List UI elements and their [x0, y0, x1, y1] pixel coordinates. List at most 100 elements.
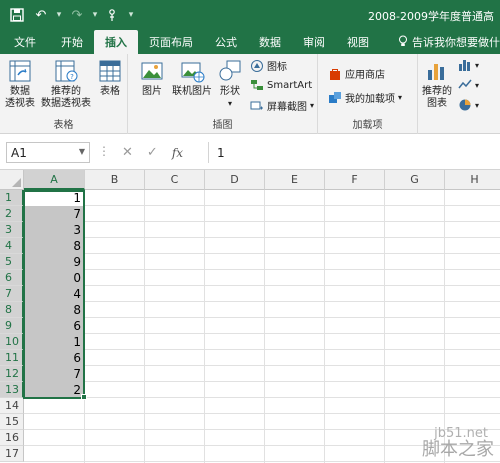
- fill-handle[interactable]: [81, 394, 87, 400]
- tab-review[interactable]: 审阅: [292, 30, 336, 54]
- icons-button[interactable]: 图标: [250, 58, 287, 73]
- select-all-corner[interactable]: [0, 170, 24, 190]
- online-picture-button[interactable]: 联机图片: [170, 58, 214, 98]
- cell-a10[interactable]: 1: [24, 334, 85, 350]
- row-header[interactable]: 10: [0, 334, 24, 350]
- column-header[interactable]: F: [325, 170, 385, 190]
- line-chart-dropdown-icon: ▾: [475, 80, 480, 90]
- column-header[interactable]: A: [24, 170, 85, 190]
- column-header[interactable]: G: [385, 170, 445, 190]
- cell-a12[interactable]: 7: [24, 366, 85, 382]
- group-charts: 推荐的 图表 ▾ ▾ ▾: [418, 54, 500, 134]
- row-header[interactable]: 17: [0, 446, 24, 462]
- table-label: 表格: [100, 86, 120, 97]
- screenshot-dropdown-icon: ▾: [310, 101, 315, 110]
- row-header[interactable]: 12: [0, 366, 24, 382]
- column-chart-button[interactable]: ▾: [458, 58, 479, 72]
- cell-a3[interactable]: 3: [24, 222, 85, 238]
- cell-a13[interactable]: 2: [24, 382, 85, 398]
- gridline: [24, 269, 500, 270]
- gridline: [444, 190, 445, 463]
- recommended-pivot-button[interactable]: ? 推荐的 数据透视表: [38, 58, 94, 110]
- enter-icon[interactable]: ✓: [147, 145, 158, 160]
- tab-formulas[interactable]: 公式: [204, 30, 248, 54]
- recommended-charts-icon: [428, 64, 444, 80]
- cell-a5[interactable]: 9: [24, 254, 85, 270]
- column-header[interactable]: H: [445, 170, 500, 190]
- redo-icon[interactable]: ↷: [66, 5, 88, 25]
- name-box-dropdown-icon[interactable]: ▼: [79, 147, 85, 156]
- column-header[interactable]: B: [85, 170, 145, 190]
- cell-a4[interactable]: 8: [24, 238, 85, 254]
- tab-insert[interactable]: 插入: [94, 30, 138, 54]
- row-header[interactable]: 13: [0, 382, 24, 398]
- recommended-charts-button[interactable]: 推荐的 图表: [420, 58, 454, 110]
- gridline: [204, 190, 205, 463]
- row-header[interactable]: 14: [0, 398, 24, 414]
- screenshot-button[interactable]: 屏幕截图 ▾: [250, 98, 314, 113]
- cell-a2[interactable]: 7: [24, 206, 85, 222]
- tab-data[interactable]: 数据: [248, 30, 292, 54]
- table-button[interactable]: 表格: [95, 58, 125, 98]
- tab-home[interactable]: 开始: [50, 30, 94, 54]
- name-box[interactable]: A1 ▼: [6, 142, 90, 163]
- insert-function-icon[interactable]: fx: [172, 146, 183, 160]
- tab-view[interactable]: 视图: [336, 30, 380, 54]
- gridline: [264, 190, 265, 463]
- group-addins-label: 加载项: [352, 120, 383, 131]
- shapes-button[interactable]: 形状 ▾: [216, 58, 244, 110]
- shapes-icon: [219, 60, 241, 81]
- smartart-button[interactable]: SmartArt: [250, 78, 312, 92]
- row-header[interactable]: 11: [0, 350, 24, 366]
- formula-bar-grip-icon[interactable]: ⋮: [98, 144, 110, 158]
- row-header[interactable]: 16: [0, 430, 24, 446]
- my-addins-label: 我的加载项: [345, 94, 395, 105]
- pie-chart-button[interactable]: ▾: [458, 98, 479, 112]
- cell-a11[interactable]: 6: [24, 350, 85, 366]
- picture-label: 图片: [142, 86, 162, 97]
- row-header[interactable]: 9: [0, 318, 24, 334]
- row-header[interactable]: 2: [0, 206, 24, 222]
- row-header[interactable]: 5: [0, 254, 24, 270]
- pivot-table-button[interactable]: 数据 透视表: [3, 58, 37, 110]
- column-header[interactable]: D: [205, 170, 265, 190]
- undo-icon[interactable]: ↶: [30, 5, 52, 25]
- cell-a8[interactable]: 8: [24, 302, 85, 318]
- my-addins-button[interactable]: 我的加载项 ▾: [328, 90, 402, 105]
- tab-page-layout[interactable]: 页面布局: [138, 30, 204, 54]
- row-header[interactable]: 15: [0, 414, 24, 430]
- row-header[interactable]: 1: [0, 190, 24, 206]
- cell-a1[interactable]: 1: [24, 190, 85, 206]
- cancel-icon[interactable]: ✕: [122, 145, 133, 160]
- row-header[interactable]: 4: [0, 238, 24, 254]
- row-header[interactable]: 7: [0, 286, 24, 302]
- group-illustrations: 图片 联机图片 形状 ▾ 图标 SmartArt 屏幕截图 ▾ 插图: [128, 54, 318, 134]
- row-header[interactable]: 6: [0, 270, 24, 286]
- store-button[interactable]: 应用商店: [328, 66, 385, 81]
- picture-button[interactable]: 图片: [138, 58, 166, 98]
- column-header[interactable]: E: [265, 170, 325, 190]
- cell-a6[interactable]: 0: [24, 270, 85, 286]
- cell-a9[interactable]: 6: [24, 318, 85, 334]
- gridline: [24, 333, 500, 334]
- group-addins: 应用商店 我的加载项 ▾ 加载项: [318, 54, 418, 134]
- save-icon[interactable]: [6, 5, 28, 25]
- column-header[interactable]: C: [145, 170, 205, 190]
- recommended-charts-label: 推荐的 图表: [422, 86, 452, 109]
- touch-mode-icon[interactable]: [102, 5, 124, 25]
- icons-icon: [251, 59, 263, 72]
- undo-dropdown-icon[interactable]: ▾: [54, 5, 64, 25]
- row-header[interactable]: 3: [0, 222, 24, 238]
- gridline: [384, 190, 385, 463]
- worksheet-grid[interactable]: A B C D E F G H 1 2 3 4 5 6 7 8 9 10 11 12 13 14 15 16 17 1 7 3 8 9 0 4…: [0, 170, 500, 463]
- line-chart-button[interactable]: ▾: [458, 78, 479, 92]
- tab-file[interactable]: 文件: [0, 30, 50, 54]
- formula-input[interactable]: 1: [208, 142, 500, 163]
- row-header[interactable]: 8: [0, 302, 24, 318]
- shapes-dropdown-icon: ▾: [227, 99, 232, 108]
- tell-me-box[interactable]: 告诉我你想要做什么: [380, 30, 500, 54]
- cell-a7[interactable]: 4: [24, 286, 85, 302]
- redo-dropdown-icon[interactable]: ▾: [90, 5, 100, 25]
- my-addins-icon: [329, 91, 341, 103]
- customize-qat-icon[interactable]: ▾: [126, 5, 136, 25]
